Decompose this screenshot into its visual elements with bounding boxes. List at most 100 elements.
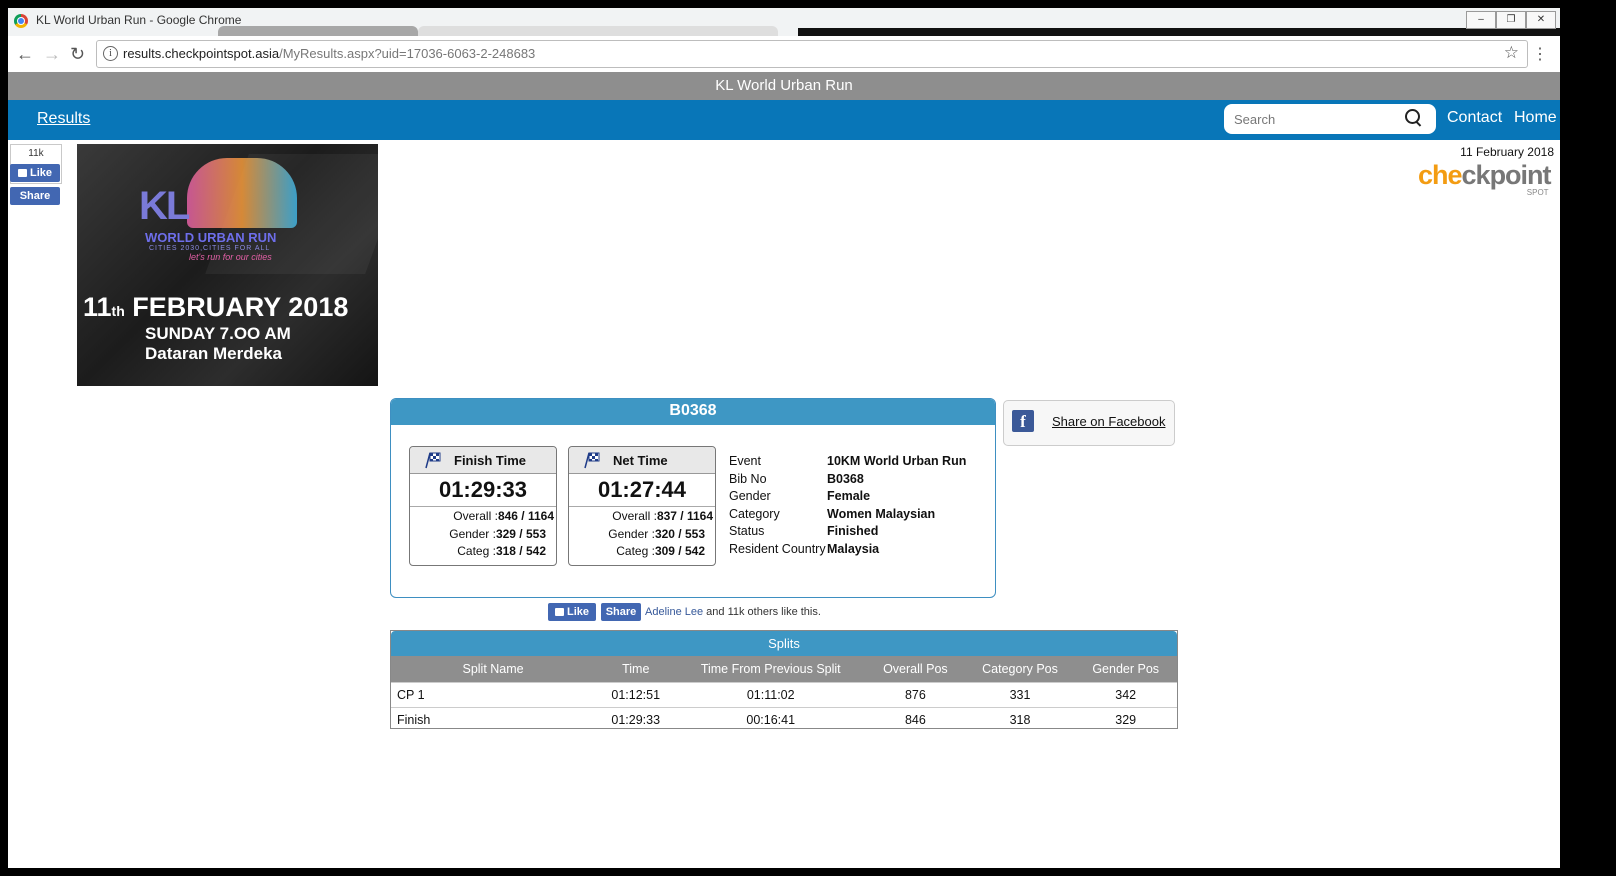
banner-date-suffix: th — [111, 303, 125, 319]
overall-value: 846 / 1164 — [497, 509, 554, 523]
split-gender-pos: 329 — [1074, 707, 1177, 732]
column-header: Split Name — [391, 656, 596, 683]
event-banner: KL WORLD URBAN RUN CITIES 2030,CITIES FO… — [77, 144, 378, 386]
detail-key: Gender — [729, 489, 771, 503]
banner-event-name: WORLD URBAN RUN — [145, 230, 277, 245]
detail-value: Female — [827, 489, 871, 503]
detail-key: Resident Country — [729, 541, 826, 556]
table-row: CP 1 01:12:51 01:11:02 876 331 342 — [391, 682, 1177, 708]
table-row: Finish 01:29:33 00:16:41 846 318 329 — [391, 707, 1177, 732]
column-header: Category Pos — [965, 656, 1075, 683]
banner-day-time: SUNDAY 7.OO AM — [145, 324, 291, 343]
tab-strip — [208, 26, 1560, 36]
thumbs-up-icon — [554, 608, 564, 616]
banner-subtitle: CITIES 2030,CITIES FOR ALL — [149, 245, 271, 252]
gender-value: 320 / 553 — [654, 527, 705, 541]
logo-spot: SPOT — [1526, 188, 1549, 197]
column-header: Gender Pos — [1074, 656, 1177, 683]
split-name: Finish — [391, 707, 596, 732]
detail-key: Category — [729, 506, 780, 521]
url-path: /MyResults.aspx?uid=17036-6063-2-248683 — [279, 46, 536, 61]
url-text[interactable]: results.checkpointspot.asia/MyResults.as… — [123, 46, 535, 61]
close-button[interactable]: ✕ — [1526, 11, 1556, 29]
categ-label: Categ : — [457, 544, 496, 558]
detail-row: Event 10KM World Urban Run — [729, 454, 989, 472]
split-overall-pos: 846 — [865, 707, 966, 732]
search-icon[interactable] — [1405, 109, 1420, 124]
detail-key: Status — [729, 524, 765, 538]
minimize-button[interactable]: – — [1466, 11, 1496, 29]
logo-part2: ckpoint — [1461, 160, 1552, 190]
fb-like-button[interactable]: Like — [10, 164, 60, 182]
restore-button[interactable]: ❐ — [1496, 11, 1526, 29]
column-header: Time From Previous Split — [676, 656, 866, 683]
splits-table: Split Name Time Time From Previous Split… — [391, 656, 1177, 732]
fb-like-count: 11k — [28, 148, 44, 159]
split-category-pos: 318 — [965, 707, 1075, 732]
net-time-value: 01:27:44 — [597, 477, 687, 502]
overall-label: Overall : — [612, 509, 657, 523]
overall-label: Overall : — [453, 509, 498, 523]
banner-date-day: 11 — [83, 292, 112, 322]
divider — [569, 506, 715, 507]
site-title: KL World Urban Run — [8, 72, 1560, 100]
like-label: Like — [566, 606, 589, 618]
fb-like-label: Like — [29, 167, 52, 179]
window-title: KL World Urban Run - Google Chrome — [36, 13, 242, 27]
net-overall: Overall :837 / 1164 — [612, 509, 713, 523]
reload-icon[interactable]: ↻ — [70, 44, 85, 65]
bookmark-star-icon[interactable]: ☆ — [1504, 43, 1519, 63]
detail-value: 10KM World Urban Run — [827, 454, 967, 468]
search-input[interactable] — [1232, 109, 1396, 129]
url-host: results.checkpointspot.asia — [123, 46, 280, 61]
info-icon[interactable]: i — [103, 46, 118, 61]
column-header: Time — [595, 656, 677, 683]
contact-link[interactable]: Contact — [1447, 109, 1502, 127]
menu-kebab-icon[interactable]: ⋮ — [1532, 44, 1548, 64]
tab-active[interactable] — [418, 26, 778, 36]
splits-title: Splits — [391, 631, 1177, 656]
split-from-previous: 01:11:02 — [676, 682, 866, 708]
like-count-text: and 11k others like this. — [706, 606, 821, 618]
results-link[interactable]: Results — [37, 110, 90, 128]
split-from-previous: 00:16:41 — [676, 707, 866, 732]
categ-value: 309 / 542 — [654, 544, 705, 558]
banner-date-rest: FEBRUARY 2018 — [132, 292, 349, 322]
logo-part1: che — [1418, 160, 1463, 190]
fb-share-button[interactable]: Share — [10, 187, 60, 205]
banner-tagline: let's run for our cities — [189, 252, 272, 262]
thumbs-up-icon — [17, 169, 27, 177]
url-field[interactable]: i results.checkpointspot.asia/MyResults.… — [96, 40, 1528, 68]
search-box[interactable] — [1224, 104, 1436, 134]
browser-window: KL World Urban Run - Google Chrome – ❐ ✕… — [8, 8, 1560, 868]
back-arrow-icon[interactable]: ← — [16, 44, 34, 65]
detail-row: Gender Female — [729, 489, 989, 507]
gender-value: 329 / 553 — [495, 527, 546, 541]
chrome-icon — [14, 14, 28, 28]
detail-row: Bib No B0368 — [729, 472, 989, 490]
title-bar: KL World Urban Run - Google Chrome – ❐ ✕ — [8, 8, 1560, 37]
net-time-head: Net Time — [569, 447, 715, 474]
home-link[interactable]: Home — [1514, 109, 1557, 127]
detail-row: Resident Country Malaysia — [729, 542, 989, 560]
tab-strip-dark — [798, 28, 1560, 36]
detail-key: Bib No — [729, 471, 767, 486]
finish-time-value: 01:29:33 — [438, 477, 528, 502]
checkpoint-logo: checkpoint SPOT — [1418, 160, 1552, 197]
share-button[interactable]: Share — [601, 603, 641, 621]
like-button[interactable]: Like — [548, 603, 596, 621]
banner-logo: KL — [139, 184, 190, 228]
tab-inactive[interactable] — [218, 26, 418, 36]
detail-row: Category Women Malaysian — [729, 507, 989, 525]
share-on-facebook-button[interactable]: f Share on Facebook — [1003, 400, 1175, 446]
friend-name-link[interactable]: Adeline Lee — [645, 606, 703, 618]
result-card: B0368 Finish Time 01:29:33 Overall :846 … — [390, 398, 996, 598]
divider — [410, 506, 556, 507]
detail-value: Women Malaysian — [827, 506, 936, 521]
bib-header: B0368 — [391, 399, 995, 425]
checkered-flag-icon — [584, 452, 600, 469]
fb-share-label: Share — [19, 190, 51, 202]
forward-arrow-icon[interactable]: → — [43, 44, 61, 65]
detail-key: Event — [729, 454, 761, 468]
runner-details: Event 10KM World Urban Run Bib No B0368 Ge… — [729, 454, 989, 559]
